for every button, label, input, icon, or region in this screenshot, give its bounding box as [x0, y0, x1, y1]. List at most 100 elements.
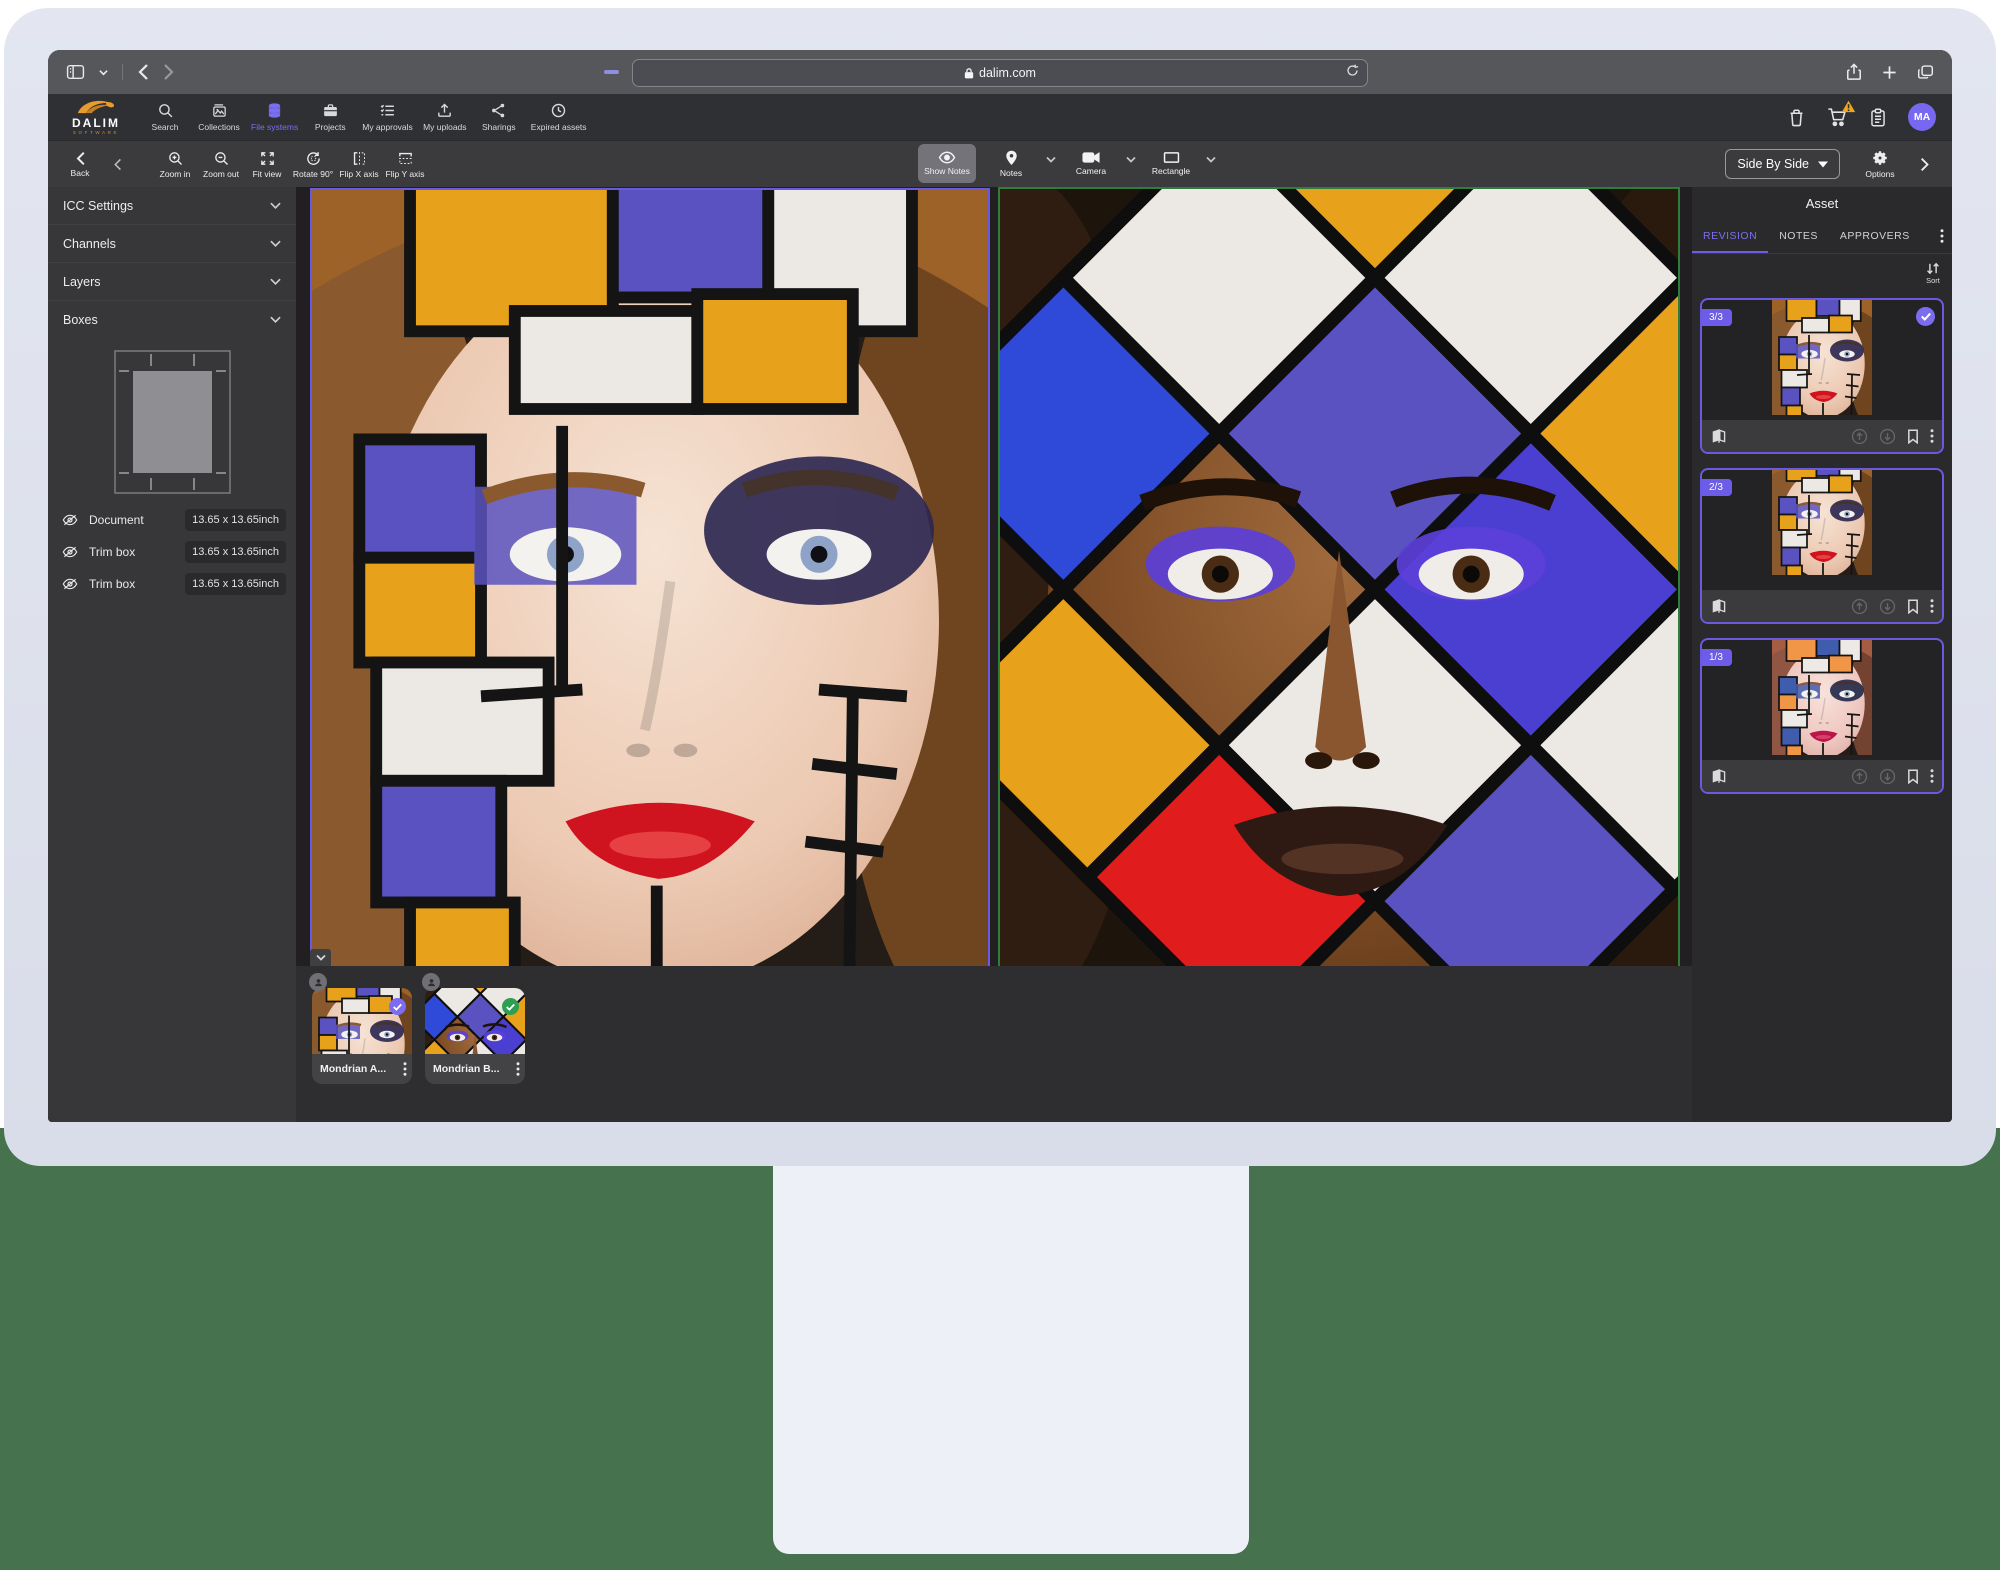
kebab-menu-icon[interactable] [1930, 429, 1934, 443]
nav-item-my-uploads[interactable]: My uploads [418, 99, 472, 135]
back-button[interactable]: Back [60, 151, 100, 178]
sidebar-toggle-icon[interactable] [66, 64, 85, 80]
bookmark-icon[interactable] [1907, 599, 1919, 614]
section-boxes[interactable]: Boxes [48, 301, 296, 338]
revision-card-1[interactable]: 1/3 [1700, 638, 1944, 794]
kebab-menu-icon[interactable] [516, 1062, 520, 1076]
page-boxes-preview [48, 338, 296, 504]
reload-icon[interactable] [1346, 64, 1359, 77]
notes-menu-caret-icon[interactable] [1046, 156, 1056, 163]
show-notes-button[interactable]: Show Notes [918, 144, 976, 183]
new-tab-icon[interactable] [1882, 65, 1897, 80]
flip-x-button[interactable]: Flip X axis [336, 150, 382, 179]
trash-icon[interactable] [1788, 108, 1805, 127]
promote-revision-icon[interactable] [1851, 598, 1868, 615]
download-revision-icon[interactable] [1879, 428, 1896, 445]
asset-filmstrip: Mondrian A... Mondrian B... [296, 966, 1692, 1122]
zoom-in-button[interactable]: Zoom in [152, 150, 198, 179]
revision-badge: 1/3 [1702, 649, 1732, 666]
cart-icon[interactable] [1827, 107, 1848, 127]
browser-window: dalim.com DALIM SOFTWARE [48, 50, 1952, 1122]
clipboard-icon[interactable] [1870, 108, 1886, 127]
sort-button[interactable]: Sort [1926, 262, 1940, 285]
bookmark-icon[interactable] [1907, 429, 1919, 444]
tab-revision[interactable]: REVISION [1692, 219, 1768, 253]
database-icon [266, 102, 283, 119]
asset-tabs: REVISION NOTES APPROVERS [1692, 219, 1952, 254]
eye-off-icon[interactable] [62, 545, 78, 559]
tab-notes[interactable]: NOTES [1768, 219, 1829, 253]
options-button[interactable]: Options [1858, 149, 1902, 179]
address-bar[interactable]: dalim.com [632, 59, 1368, 87]
section-channels[interactable]: Channels [48, 225, 296, 263]
compare-revision-icon[interactable] [1710, 428, 1728, 444]
promote-revision-icon[interactable] [1851, 768, 1868, 785]
kebab-menu-icon[interactable] [403, 1062, 407, 1076]
share-nodes-icon [490, 102, 507, 119]
fit-view-icon [259, 150, 276, 167]
rectangle-tool-button[interactable]: Rectangle [1142, 144, 1200, 183]
camera-tool-button[interactable]: Camera [1062, 144, 1120, 183]
camera-menu-caret-icon[interactable] [1126, 156, 1136, 163]
filmstrip-item-mondrian-a[interactable]: Mondrian A... [312, 988, 412, 1084]
collapse-panel-button[interactable] [100, 158, 134, 171]
panel-title: Asset [1692, 187, 1952, 219]
nav-item-projects[interactable]: Projects [303, 99, 357, 135]
chevron-down-icon [1818, 161, 1828, 168]
section-layers[interactable]: Layers [48, 263, 296, 301]
kebab-menu-icon[interactable] [1930, 599, 1934, 613]
fit-view-button[interactable]: Fit view [244, 150, 290, 179]
lock-icon [964, 67, 974, 79]
revision-card-3[interactable]: 3/3 [1700, 298, 1944, 454]
compare-revision-icon[interactable] [1710, 598, 1728, 614]
share-icon[interactable] [1846, 63, 1862, 81]
tab-overview-icon[interactable] [1917, 64, 1934, 80]
mondrian-a-image [312, 190, 988, 966]
flip-y-button[interactable]: Flip Y axis [382, 150, 428, 179]
thumbnail [1772, 640, 1872, 758]
kebab-menu-icon[interactable] [1940, 219, 1952, 253]
revision-card-2[interactable]: 2/3 [1700, 468, 1944, 624]
view-mode-select[interactable]: Side By Side [1725, 149, 1840, 179]
forward-icon[interactable] [163, 63, 175, 81]
compare-revision-icon[interactable] [1710, 768, 1728, 784]
box-row-trim-1: Trim box 13.65 x 13.65inch [48, 536, 296, 568]
filmstrip-collapse-button[interactable] [310, 949, 331, 966]
image-b-viewport[interactable] [998, 187, 1680, 968]
tab-approvers[interactable]: APPROVERS [1829, 219, 1921, 253]
nav-item-my-approvals[interactable]: My approvals [357, 99, 418, 135]
inspector-panel: ICC Settings Channels Layers Boxes Docum… [48, 187, 296, 1122]
pin-icon [1005, 150, 1018, 166]
zoom-out-button[interactable]: Zoom out [198, 150, 244, 179]
eye-off-icon[interactable] [62, 513, 78, 527]
promote-revision-icon[interactable] [1851, 428, 1868, 445]
annotation-tools: Show Notes Notes Camera Rectangle [918, 144, 1216, 183]
pinned-tab-indicator[interactable] [604, 70, 619, 74]
back-icon[interactable] [137, 63, 149, 81]
rotate-90-button[interactable]: Rotate 90° [290, 150, 336, 179]
nav-item-sharings[interactable]: Sharings [472, 99, 526, 135]
filmstrip-item-mondrian-b[interactable]: Mondrian B... [425, 988, 525, 1084]
nav-item-search[interactable]: Search [138, 99, 192, 135]
rotate-icon [305, 150, 322, 167]
nav-item-file-systems[interactable]: File systems [246, 99, 303, 135]
image-a-viewport[interactable] [310, 188, 990, 968]
bookmark-icon[interactable] [1907, 769, 1919, 784]
section-icc-settings[interactable]: ICC Settings [48, 187, 296, 225]
expand-panel-icon[interactable] [1920, 157, 1930, 172]
kebab-menu-icon[interactable] [1930, 769, 1934, 783]
rectangle-menu-caret-icon[interactable] [1206, 156, 1216, 163]
dalim-logo[interactable]: DALIM SOFTWARE [58, 99, 134, 136]
download-revision-icon[interactable] [1879, 768, 1896, 785]
nav-item-expired-assets[interactable]: Expired assets [526, 99, 592, 135]
chevron-down-icon[interactable] [99, 69, 108, 76]
url-text: dalim.com [979, 66, 1036, 80]
nav-item-collections[interactable]: Collections [192, 99, 246, 135]
user-avatar[interactable]: MA [1908, 103, 1936, 131]
notes-tool-button[interactable]: Notes [982, 144, 1040, 183]
owner-avatar-icon [422, 973, 440, 991]
eye-off-icon[interactable] [62, 577, 78, 591]
eye-icon [938, 151, 956, 164]
download-revision-icon[interactable] [1879, 598, 1896, 615]
box-size-value: 13.65 x 13.65inch [185, 573, 286, 595]
